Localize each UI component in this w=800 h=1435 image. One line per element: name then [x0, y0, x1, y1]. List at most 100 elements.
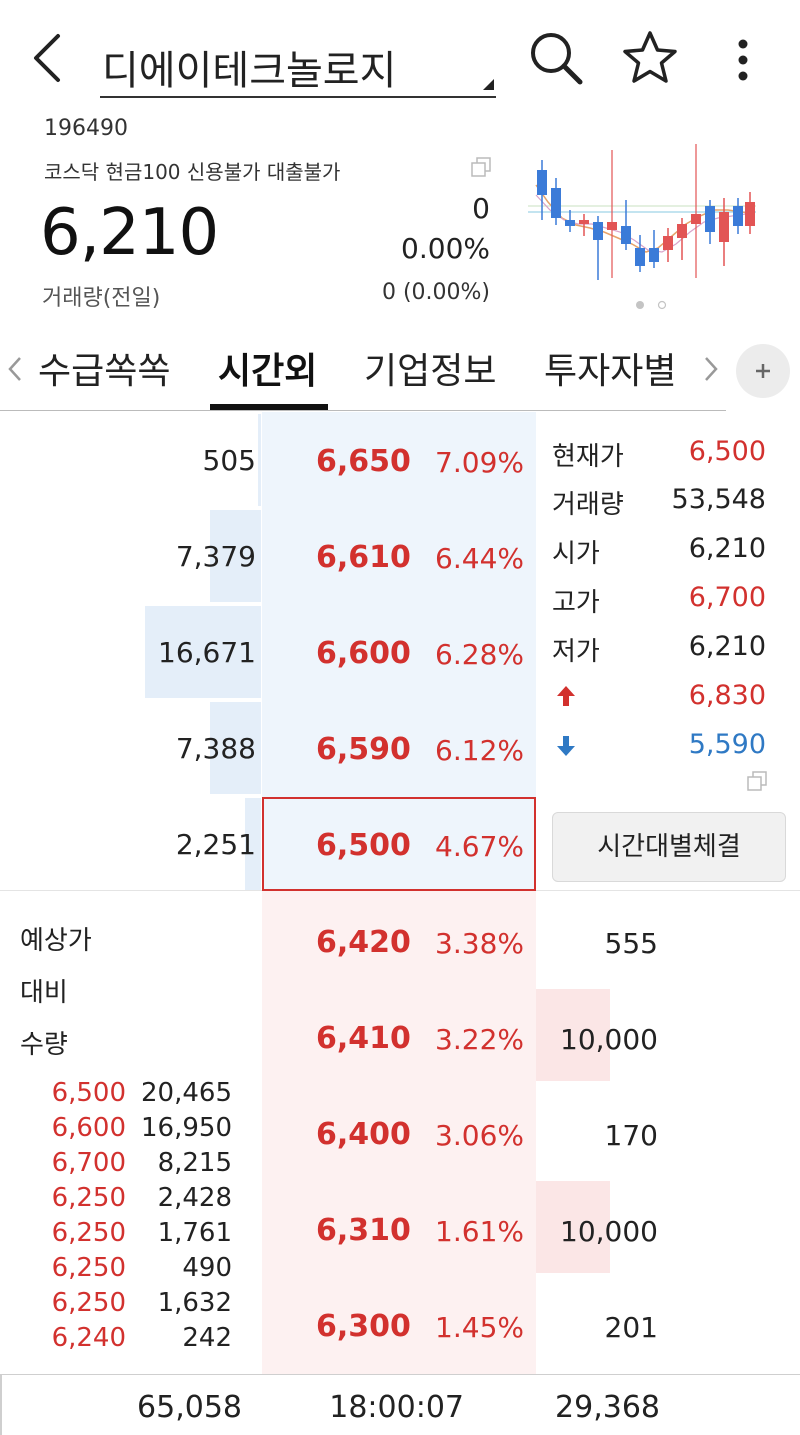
ask-price: 6,590 — [316, 732, 411, 767]
current-price: 6,210 — [40, 196, 219, 270]
star-icon — [623, 31, 677, 83]
tab-investor[interactable]: 투자자별 — [544, 342, 676, 394]
volume-value: 0 (0.00%) — [381, 280, 490, 305]
trade-price: 6,700 — [51, 1148, 126, 1178]
search-button[interactable] — [526, 28, 588, 90]
back-arrow-icon — [34, 34, 60, 82]
tab-after-hours[interactable]: 시간외 — [218, 342, 317, 394]
time-trades-button[interactable]: 시간대별체결 — [552, 812, 786, 882]
ask-quantity: 505 — [202, 444, 256, 477]
favorite-button[interactable] — [618, 28, 682, 90]
trade-quantity: 242 — [182, 1323, 232, 1353]
stock-name: 디에이테크놀로지 — [102, 48, 397, 94]
lower-limit-value: 5,590 — [688, 729, 766, 760]
open-price-label: 시가 — [552, 539, 600, 569]
bid-price: 6,420 — [316, 925, 411, 960]
ask-price: 6,650 — [316, 444, 411, 479]
bid-rate: 3.38% — [435, 927, 524, 960]
plus-icon — [756, 364, 770, 378]
high-price-value: 6,700 — [688, 582, 766, 613]
trade-quantity: 20,465 — [141, 1078, 232, 1108]
volume-value: 53,548 — [671, 484, 766, 515]
quantity-label: 수량 — [20, 1030, 68, 1060]
bid-quantity: 10,000 — [560, 1215, 658, 1248]
trade-quantity: 2,428 — [157, 1183, 232, 1213]
low-price-label: 저가 — [552, 637, 600, 667]
expected-price-label: 예상가 — [20, 926, 92, 956]
copy-icon[interactable] — [746, 770, 768, 792]
bid-quantity: 555 — [604, 927, 658, 960]
trade-quantity: 8,215 — [157, 1148, 232, 1178]
search-icon — [531, 33, 583, 85]
trade-quantity: 490 — [182, 1253, 232, 1283]
trade-price: 6,250 — [51, 1218, 126, 1248]
ask-price: 6,600 — [316, 636, 411, 671]
chart-page-indicator — [632, 296, 672, 310]
totals-edge — [0, 1374, 2, 1435]
current-price-label: 현재가 — [552, 442, 624, 472]
trade-price: 6,600 — [51, 1113, 126, 1143]
bid-price: 6,310 — [316, 1213, 411, 1248]
stock-selector[interactable]: 디에이테크놀로지 — [100, 30, 496, 98]
trade-price: 6,250 — [51, 1288, 126, 1318]
trade-quantity: 1,632 — [157, 1288, 232, 1318]
bid-total: 29,368 — [555, 1390, 660, 1425]
trade-price: 6,500 — [51, 1078, 126, 1108]
tab-prev-icon[interactable] — [4, 352, 26, 386]
bid-rate: 1.61% — [435, 1215, 524, 1248]
up-arrow-icon — [556, 684, 576, 708]
bid-price: 6,400 — [316, 1117, 411, 1152]
ask-quantity: 7,379 — [175, 540, 256, 573]
stock-code: 196490 — [44, 116, 128, 141]
upper-limit-value: 6,830 — [688, 680, 766, 711]
bid-rate: 1.45% — [435, 1311, 524, 1344]
volume-label: 거래량(전일) — [42, 286, 161, 311]
tab-company-info[interactable]: 기업정보 — [364, 342, 496, 394]
ask-quantity: 16,671 — [158, 636, 256, 669]
bid-rate: 3.06% — [435, 1119, 524, 1152]
dropdown-caret-icon — [483, 79, 494, 90]
ask-quantity: 2,251 — [175, 828, 256, 861]
bid-price: 6,410 — [316, 1021, 411, 1056]
high-price-label: 고가 — [552, 588, 600, 618]
low-price-value: 6,210 — [688, 631, 766, 662]
bid-quantity: 10,000 — [560, 1023, 658, 1056]
ask-rate: 6.28% — [435, 638, 524, 671]
open-price-value: 6,210 — [688, 533, 766, 564]
ask-rate: 6.44% — [435, 542, 524, 575]
ask-depth-bar — [258, 414, 261, 506]
ask-quantity: 7,388 — [175, 732, 256, 765]
ask-rate: 6.12% — [435, 734, 524, 767]
price-change-rate: 0.00% — [401, 232, 490, 265]
back-button[interactable] — [24, 28, 74, 88]
current-price-value: 6,500 — [688, 436, 766, 467]
more-menu-button[interactable] — [726, 30, 760, 90]
tab-divider — [0, 410, 726, 411]
compare-label: 대비 — [20, 978, 68, 1008]
price-change: 0 — [472, 192, 490, 225]
trade-price: 6,250 — [51, 1183, 126, 1213]
bid-price: 6,300 — [316, 1309, 411, 1344]
totals-divider — [0, 1374, 800, 1375]
mini-candlestick-chart[interactable] — [528, 140, 758, 290]
ask-total: 65,058 — [137, 1390, 242, 1425]
bid-quantity: 170 — [604, 1119, 658, 1152]
trade-price: 6,240 — [51, 1323, 126, 1353]
ask-price: 6,610 — [316, 540, 411, 575]
add-tab-button[interactable] — [736, 344, 790, 398]
bid-quantity: 201 — [604, 1311, 658, 1344]
current-price-highlight — [262, 797, 536, 891]
bid-rate: 3.22% — [435, 1023, 524, 1056]
stock-tags: 코스닥 현금100 신용불가 대출불가 — [44, 160, 341, 184]
copy-icon[interactable] — [470, 156, 492, 178]
tab-next-icon[interactable] — [700, 352, 722, 386]
trade-quantity: 16,950 — [141, 1113, 232, 1143]
trade-quantity: 1,761 — [157, 1218, 232, 1248]
down-arrow-icon — [556, 734, 576, 758]
volume-label: 거래량 — [552, 490, 624, 520]
more-vertical-icon — [738, 39, 748, 81]
tab-supply-demand[interactable]: 수급쏙쏙 — [38, 342, 170, 394]
ask-rate: 7.09% — [435, 446, 524, 479]
trade-price: 6,250 — [51, 1253, 126, 1283]
market-time: 18:00:07 — [329, 1390, 464, 1425]
